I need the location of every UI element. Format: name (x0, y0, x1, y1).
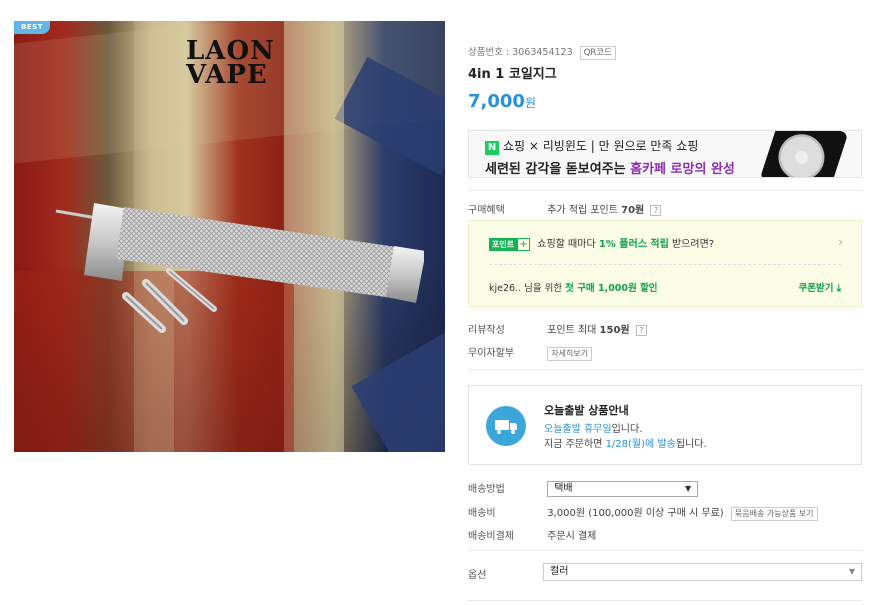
today-shipping-holiday: 오늘출발 휴무일입니다. (544, 420, 642, 435)
divider (468, 369, 862, 370)
shipping-pay-value: 주문시 결제 (547, 531, 597, 542)
holiday-highlight: 오늘출발 휴무일 (544, 424, 612, 435)
best-badge: BEST (14, 21, 50, 34)
product-image[interactable]: BEST LAON VAPE (14, 21, 445, 452)
price-unit: 원 (524, 96, 536, 110)
banner-line2-prefix: 세련된 감각을 돋보여주는 (485, 162, 631, 177)
purchase-benefit-label: 구매혜택 (468, 205, 505, 216)
review-value: 포인트 최대 150원 (547, 325, 629, 336)
product-number: 상품번호 : 3063454123 QR코드 (468, 44, 616, 60)
dispatch-prefix: 지금 주문하면 (544, 439, 606, 450)
brand-logo-line2: VAPE (186, 60, 268, 90)
price-value: 7,000 (468, 91, 525, 112)
divider (468, 550, 862, 551)
installment-row: 무이자할부 자세히보기 (468, 344, 592, 361)
option-row: 옵션 (468, 566, 544, 581)
review-label: 리뷰작성 (468, 325, 505, 336)
coffee-machine-icon (759, 131, 849, 177)
help-icon[interactable]: ? (650, 205, 662, 216)
installment-detail-button[interactable]: 자세히보기 (547, 347, 592, 361)
product-title: 4in 1 코일지그 (468, 67, 557, 82)
review-value-prefix: 포인트 최대 (547, 325, 600, 336)
top-strip (600, 0, 875, 8)
first-purchase-line: kje26.. 님을 위한 첫 구매 1,000원 할인 (489, 280, 658, 294)
banner-line2: 세련된 감각을 돋보여주는 홈카페 로망의 완성 (485, 158, 735, 177)
option-select[interactable]: 컬러 ▼ (543, 563, 862, 581)
help-icon[interactable]: ? (635, 325, 647, 336)
option-label: 옵션 (468, 570, 487, 581)
dropdown-arrow-icon: ▼ (848, 567, 855, 576)
dispatch-suffix: 됩니다. (675, 439, 707, 450)
plus-point-highlight: 1% 플러스 적립 (598, 239, 669, 250)
review-row: 리뷰작성 포인트 최대 150원 ? (468, 321, 647, 336)
plus-point-prefix: 쇼핑할 때마다 (537, 239, 599, 250)
shipping-method-select[interactable]: 택배 ▼ (547, 481, 699, 497)
banner-line1-text: 쇼핑 × 리빙윈도 | 만 원으로 만족 쇼핑 (503, 139, 699, 153)
shipping-pay-row: 배송비결제 주문시 결제 (468, 527, 596, 542)
product-number-text: 상품번호 : 3063454123 (468, 47, 573, 58)
shipping-pay-label: 배송비결제 (468, 531, 514, 542)
purchase-benefit-value: 추가 적립 포인트 70원 (547, 205, 644, 216)
truck-icon (486, 406, 526, 446)
brand-logo: LAON VAPE (186, 38, 281, 99)
shipping-method-row: 배송방법 택배 ▼ (468, 480, 699, 497)
shipping-fee-row: 배송비 3,000원 (100,000원 이상 구매 시 무료) 묶음배송 가능… (468, 504, 818, 521)
promo-banner[interactable]: N 쇼핑 × 리빙윈도 | 만 원으로 만족 쇼핑 세련된 감각을 돋보여주는 홈… (468, 130, 862, 178)
divider (468, 190, 862, 191)
shipping-method-value: 택배 (554, 483, 573, 494)
installment-label: 무이자할부 (468, 348, 514, 359)
plus-point-suffix: 받으려면? (668, 239, 715, 250)
product-price: 7,000원 (468, 91, 536, 112)
dropdown-arrow-icon: ▼ (685, 484, 692, 493)
banner-line1: N 쇼핑 × 리빙윈도 | 만 원으로 만족 쇼핑 (485, 137, 698, 155)
first-purchase-highlight: 첫 구매 1,000원 할인 (565, 283, 658, 294)
get-coupon-button[interactable]: 쿠폰받기 ⤓ (799, 280, 841, 294)
dashed-divider (489, 264, 841, 265)
today-shipping-title: 오늘출발 상품안내 (544, 404, 629, 417)
today-shipping-box: 오늘출발 상품안내 오늘출발 휴무일입니다. 지금 주문하면 1/28(월)에 … (468, 385, 862, 465)
review-value-bold: 150원 (599, 325, 630, 336)
benefit-box: 포인트 + 쇼핑할 때마다 1% 플러스 적립 받으려면? › kje26.. 님… (468, 220, 862, 307)
point-badge: 포인트 (489, 238, 518, 251)
dispatch-highlight: 1/28(월)에 발송 (605, 439, 676, 450)
holiday-suffix: 입니다. (611, 424, 643, 435)
purchase-benefit-row: 구매혜택 추가 적립 포인트 70원 ? (468, 201, 662, 216)
bundle-shipping-button[interactable]: 묶음배송 가능상품 보기 (730, 507, 818, 521)
plus-point-line[interactable]: 포인트 + 쇼핑할 때마다 1% 플러스 적립 받으려면? (489, 235, 714, 251)
qr-code-button[interactable]: QR코드 (579, 46, 616, 60)
today-shipping-dispatch: 지금 주문하면 1/28(월)에 발송됩니다. (544, 435, 707, 450)
option-value: 컬러 (550, 566, 569, 577)
coil-jig-tool-icon (55, 203, 424, 333)
shipping-fee-label: 배송비 (468, 508, 496, 519)
banner-line2-bold: 홈카페 로망의 완성 (630, 162, 735, 177)
first-purchase-prefix: kje26.. 님을 위한 (489, 283, 566, 294)
shipping-method-label: 배송방법 (468, 484, 505, 495)
shipping-fee-value: 3,000원 (100,000원 이상 구매 시 무료) (547, 508, 724, 519)
benefit-value-bold: 70원 (621, 205, 645, 216)
divider (468, 600, 862, 601)
chevron-right-icon[interactable]: › (838, 235, 843, 249)
naver-n-icon: N (485, 141, 499, 155)
benefit-value-prefix: 추가 적립 포인트 (547, 205, 622, 216)
plus-icon: + (517, 237, 531, 251)
